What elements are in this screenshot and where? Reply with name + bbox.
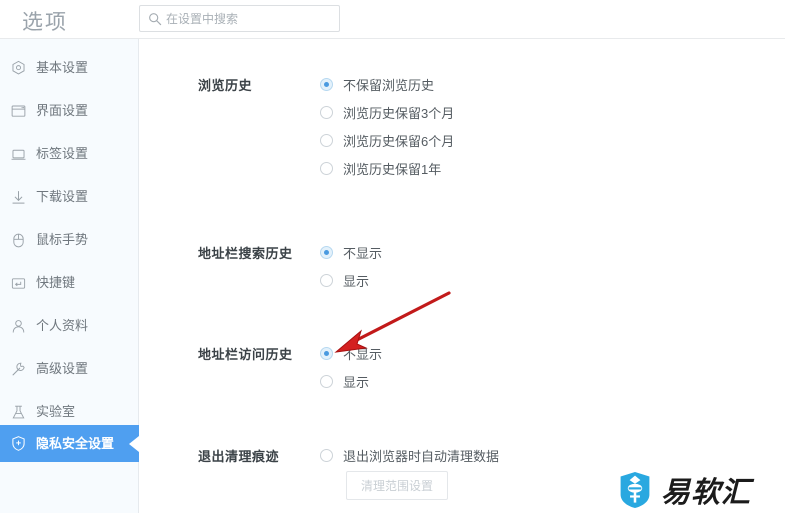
radio-button[interactable]: [320, 346, 333, 360]
radio-label: 不保留浏览历史: [343, 77, 435, 93]
section-label: 地址栏访问历史: [198, 347, 293, 362]
user-icon: [12, 320, 25, 333]
sidebar-item-label: 隐私安全设置: [36, 436, 115, 451]
sidebar-item-basic[interactable]: 基本设置: [0, 53, 139, 83]
section-label: 浏览历史: [198, 78, 253, 93]
watermark: 易软汇: [617, 470, 777, 510]
sidebar-item-label: 界面设置: [36, 103, 89, 118]
radio-row[interactable]: [320, 507, 333, 513]
sidebar-item-label: 鼠标手势: [36, 232, 89, 247]
radio-row[interactable]: 浏览历史保留3个月: [320, 99, 454, 125]
sidebar-item-label: 高级设置: [36, 361, 89, 376]
radio-button[interactable]: [320, 448, 333, 462]
radio-label: 显示: [343, 374, 370, 390]
radio-label: 浏览历史保留3个月: [343, 105, 455, 121]
download-icon: [12, 191, 25, 204]
sidebar-item-label: 快捷键: [36, 275, 76, 290]
radio-row[interactable]: 不显示: [320, 239, 382, 265]
sidebar-item-tabs[interactable]: 标签设置: [0, 139, 139, 169]
sidebar: 基本设置 界面设置 标签设置 下载设置 鼠标手势 快捷键 个人资料 高级设置 实…: [0, 39, 139, 513]
radio-button[interactable]: [320, 105, 333, 119]
sidebar-item-label: 基本设置: [36, 60, 89, 75]
tab-icon: [11, 149, 26, 160]
sidebar-item-gestures[interactable]: 鼠标手势: [0, 225, 139, 255]
radio-label: 退出浏览器时自动清理数据: [343, 448, 500, 464]
window-header: 选项: [0, 0, 785, 39]
radio-button[interactable]: [320, 161, 333, 175]
section-label: 退出清理痕迹: [198, 449, 280, 464]
flask-icon: [12, 405, 25, 419]
radio-label: 不显示: [343, 346, 383, 362]
radio-row[interactable]: 不保留浏览历史: [320, 71, 434, 97]
sidebar-item-advanced[interactable]: 高级设置: [0, 354, 139, 384]
wrench-icon: [12, 362, 25, 376]
shield-plus-icon: [12, 436, 25, 451]
radio-row[interactable]: 退出浏览器时自动清理数据: [320, 442, 499, 468]
radio-row[interactable]: 显示: [320, 368, 369, 394]
sidebar-item-privacy-security[interactable]: 隐私安全设置: [0, 425, 139, 462]
sidebar-item-lab[interactable]: 实验室: [0, 397, 139, 427]
mouse-icon: [13, 233, 24, 248]
clear-range-settings-button[interactable]: 清理范围设置: [346, 471, 448, 500]
watermark-text: 易软汇: [661, 477, 752, 509]
page-title: 选项: [22, 11, 68, 34]
radio-row[interactable]: 浏览历史保留1年: [320, 155, 441, 181]
yiruanhui-logo-icon: [620, 472, 650, 508]
radio-row[interactable]: 不显示: [320, 340, 382, 366]
sidebar-item-label: 标签设置: [36, 146, 89, 161]
sidebar-item-label: 个人资料: [36, 318, 89, 333]
radio-label: 浏览历史保留6个月: [343, 133, 455, 149]
sidebar-item-label: 下载设置: [36, 189, 89, 204]
radio-button[interactable]: [320, 77, 333, 91]
sidebar-item-label: 实验室: [36, 404, 76, 419]
radio-row[interactable]: 浏览历史保留6个月: [320, 127, 454, 153]
search-input[interactable]: [166, 6, 336, 31]
keyboard-icon: [11, 278, 26, 289]
section-label: 地址栏搜索历史: [198, 246, 293, 261]
options-window: 选项 基本设置 界面设置: [0, 0, 785, 513]
chevron-left-icon: [129, 436, 139, 452]
radio-row[interactable]: 显示: [320, 267, 369, 293]
sidebar-item-profile[interactable]: 个人资料: [0, 311, 139, 341]
window-icon: [11, 105, 26, 117]
radio-button[interactable]: [320, 133, 333, 147]
settings-content: 浏览历史 不保留浏览历史 浏览历史保留3个月 浏览历史保留6个月 浏览历史保留1…: [140, 39, 785, 513]
sidebar-item-download[interactable]: 下载设置: [0, 182, 139, 212]
search-icon: [149, 13, 162, 26]
radio-label: 不显示: [343, 245, 383, 261]
radio-button[interactable]: [320, 245, 333, 259]
gear-icon: [12, 60, 25, 75]
radio-button[interactable]: [320, 374, 333, 388]
radio-label: 浏览历史保留1年: [343, 161, 442, 177]
radio-button[interactable]: [320, 273, 333, 287]
sidebar-item-shortcuts[interactable]: 快捷键: [0, 268, 139, 298]
search-box[interactable]: [139, 5, 340, 32]
radio-label: 显示: [343, 273, 370, 289]
sidebar-item-interface[interactable]: 界面设置: [0, 96, 139, 126]
